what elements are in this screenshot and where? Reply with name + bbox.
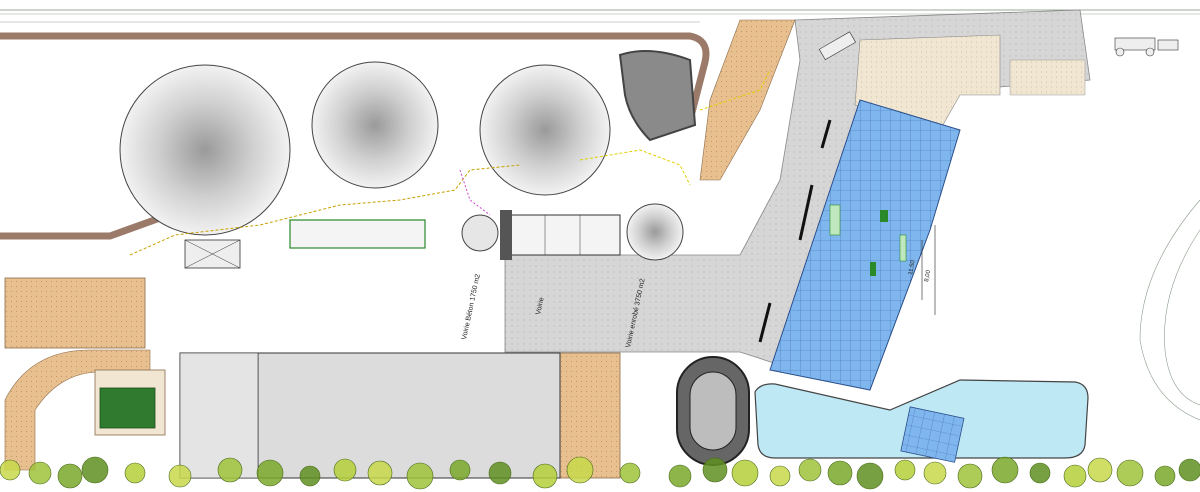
tree — [769, 465, 791, 487]
tree — [566, 456, 594, 484]
sand-strip — [699, 19, 796, 181]
tree — [57, 463, 83, 489]
tree — [798, 458, 822, 482]
tree — [1116, 459, 1144, 487]
tree — [991, 456, 1019, 484]
tree — [124, 462, 146, 484]
tree — [894, 459, 916, 481]
gravel-area-right — [1009, 59, 1086, 96]
digester-tank-1 — [119, 64, 291, 236]
tree — [856, 462, 884, 490]
sand-plot-left — [4, 277, 146, 349]
tree — [668, 464, 692, 488]
label-voirie-beton: Voirie Béton 1750 m2 — [461, 273, 482, 340]
tree — [217, 457, 243, 483]
dimension-label-b: 8,00 — [924, 269, 932, 282]
tree — [299, 465, 321, 487]
tree — [731, 459, 759, 487]
site-plan: 11,50 8,00 Voirie Béton 1750 m2 Voirie V… — [0, 9, 1200, 490]
tree — [1154, 465, 1176, 487]
dimension-label-a: 11,50 — [908, 259, 917, 275]
green-panel — [99, 387, 156, 429]
tree — [1178, 458, 1200, 482]
tree — [449, 459, 471, 481]
tractor-icon — [1114, 37, 1179, 57]
oval-structure — [676, 356, 750, 466]
lagoon-dark — [618, 50, 697, 142]
tree — [488, 461, 512, 485]
tree — [168, 464, 192, 488]
tree — [406, 462, 434, 490]
digester-tank-2 — [311, 61, 439, 189]
technical-building — [500, 210, 621, 260]
tree — [702, 457, 728, 483]
sand-plot-middle — [559, 352, 621, 479]
storage-tank-small — [626, 203, 684, 261]
tree — [1029, 462, 1051, 484]
tree — [1063, 464, 1087, 488]
tree — [333, 458, 357, 482]
tree — [1087, 457, 1113, 483]
terrain-contours — [1139, 199, 1200, 421]
storage-tank-mini — [461, 214, 499, 252]
tree — [28, 461, 52, 485]
tree — [532, 463, 558, 489]
pool-building — [289, 219, 426, 249]
tree — [619, 462, 641, 484]
hatched-shed — [184, 239, 241, 269]
tree — [81, 456, 109, 484]
storage-sheds — [179, 352, 561, 479]
tree — [827, 460, 853, 486]
tree — [0, 459, 21, 481]
digester-tank-3 — [479, 64, 611, 196]
tree — [923, 461, 947, 485]
tree — [256, 459, 284, 487]
tree — [957, 463, 983, 489]
tree — [367, 460, 393, 486]
